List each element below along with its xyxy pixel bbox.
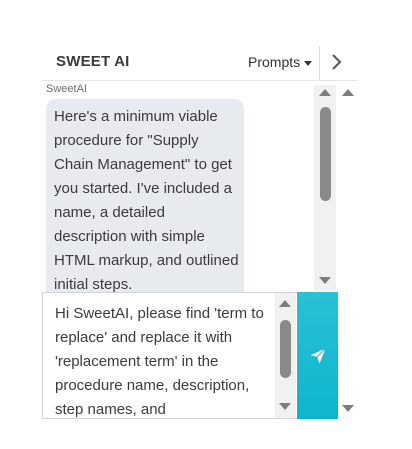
caret-down-icon [304,60,313,66]
message-input-text[interactable]: Hi SweetAI, please find 'term to replace… [55,302,275,418]
chat-header: SWEET AI Prompts [42,44,358,80]
header-divider-line [42,80,358,81]
panel-scrollbar[interactable] [338,85,358,415]
input-scroll-up-arrow-icon[interactable] [279,300,291,307]
assistant-message-text: Here's a minimum viable procedure for "S… [54,108,239,292]
prompts-dropdown[interactable]: Prompts [248,54,313,70]
scroll-down-arrow-icon[interactable] [319,277,331,284]
prompts-label: Prompts [248,54,301,70]
input-scrollbar[interactable] [275,293,296,418]
chevron-right-icon [332,54,342,70]
input-scroll-thumb[interactable] [280,320,291,378]
chat-scroll-thumb[interactable] [320,107,331,201]
chat-scrollbar[interactable] [314,85,336,291]
header-divider [319,46,320,80]
panel-scroll-up-arrow-icon[interactable] [342,89,354,96]
scroll-up-arrow-icon[interactable] [319,89,331,96]
send-icon [310,348,326,364]
assistant-message-bubble: Here's a minimum viable procedure for "S… [46,99,244,292]
app-title: SWEET AI [56,53,130,70]
send-button[interactable] [297,292,338,419]
input-scroll-down-arrow-icon[interactable] [279,403,291,410]
panel-scroll-down-arrow-icon[interactable] [342,405,354,412]
expand-button[interactable] [328,51,346,73]
message-sender: SweetAI [46,83,87,95]
message-input[interactable]: Hi SweetAI, please find 'term to replace… [42,292,297,419]
